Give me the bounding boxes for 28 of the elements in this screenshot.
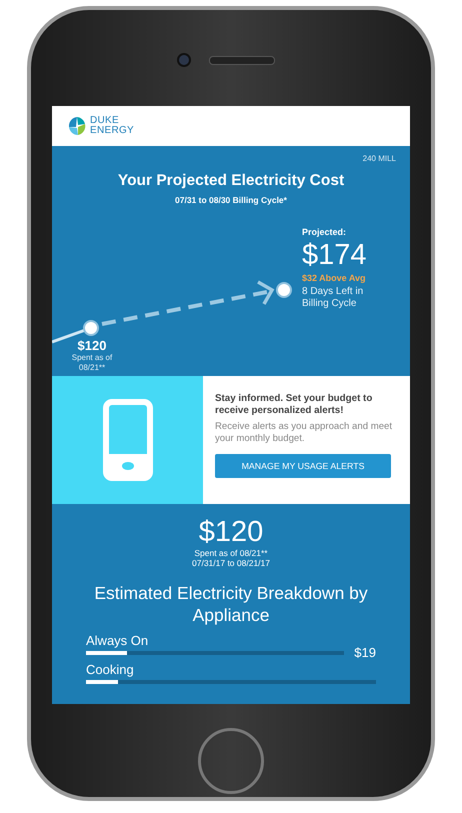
logo-text: DUKE ENERGY: [90, 116, 134, 136]
date-range: 07/31/17 to 08/21/17: [192, 558, 270, 568]
spent-total: $120: [198, 516, 264, 548]
account-label: 240 MILL: [362, 154, 396, 163]
spent-total-caption: Spent as of 08/21**: [194, 548, 268, 558]
smartphone-icon: [102, 399, 152, 481]
home-button[interactable]: [198, 728, 264, 794]
projected-dot: [276, 282, 292, 298]
breakdown-title: Estimated Electricity Breakdown by Appliance: [93, 582, 369, 626]
speaker-icon: [209, 56, 275, 64]
spent-amount: $120: [76, 338, 108, 353]
spent-caption: Spent as of 08/21**: [70, 353, 114, 373]
billing-cycle: 07/31 to 08/30 Billing Cycle*: [175, 195, 287, 205]
arrow-head-icon: [257, 280, 274, 305]
days-left-text: 8 Days Left in Billing Cycle: [302, 286, 364, 310]
projected-amount: $174: [302, 238, 368, 273]
camera-icon: [177, 53, 191, 67]
manage-alerts-button[interactable]: MANAGE MY USAGE ALERTS: [215, 454, 391, 478]
appliance-name: Always On: [86, 633, 150, 649]
above-average-text: $32 Above Avg: [302, 273, 367, 283]
projected-label: Projected:: [302, 227, 348, 237]
alerts-description: Receive alerts as you approach and meet your monthly budget.: [215, 421, 394, 445]
alerts-heading: Stay informed. Set your budget to receive personalized alerts!: [215, 393, 374, 417]
spent-dot: [83, 320, 99, 336]
appliance-cost: $19: [354, 645, 376, 660]
projection-title: Your Projected Electricity Cost: [118, 172, 344, 190]
logo-icon: [66, 115, 88, 137]
appliance-name: Cooking: [86, 662, 135, 678]
